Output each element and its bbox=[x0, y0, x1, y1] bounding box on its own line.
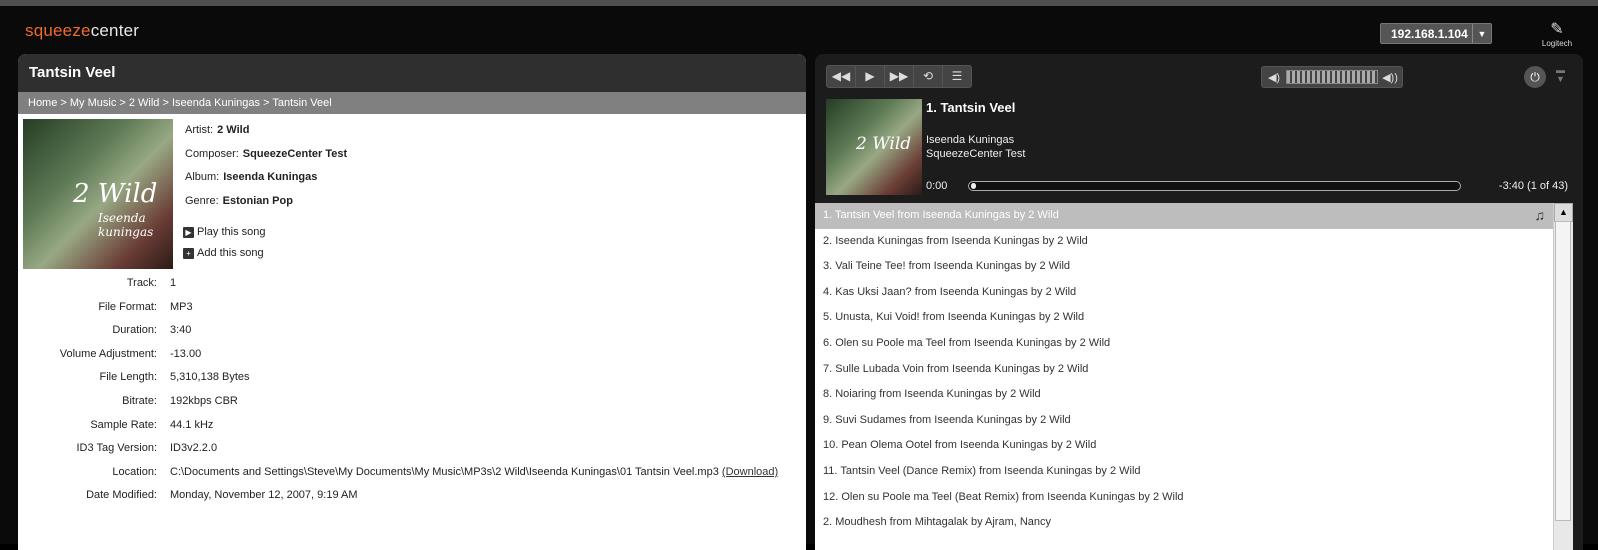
fast-forward-icon[interactable]: ▶▶ bbox=[885, 66, 914, 87]
transport-controls: ◀◀ ▶ ▶▶ ⟲ ☰ bbox=[826, 65, 972, 88]
add-song-button[interactable]: + Add this song bbox=[183, 247, 264, 259]
song-info-panel: Tantsin Veel Home > My Music > 2 Wild > … bbox=[18, 54, 806, 550]
detail-row: File Length: 5,310,138 Bytes bbox=[99, 371, 250, 384]
composer-row: Composer: SqueezeCenter Test bbox=[185, 147, 348, 160]
detail-row: Bitrate: 192kbps CBR bbox=[122, 394, 238, 407]
progress-knob[interactable] bbox=[971, 183, 976, 189]
artist-row: Artist: 2 Wild bbox=[185, 124, 250, 136]
volume-slider[interactable] bbox=[1286, 70, 1378, 84]
album-cover: 2 Wild Iseenda kuningas bbox=[23, 119, 173, 269]
page-title: Tantsin Veel bbox=[18, 54, 806, 92]
song-summary: Artist: 2 Wild Composer: SqueezeCenter Tes… bbox=[185, 124, 347, 218]
playlist-item-current[interactable]: 1. Tantsin Veel from Iseenda Kuningas by… bbox=[815, 203, 1553, 229]
playlist-item[interactable]: 9. Suvi Sudames from Iseenda Kuningas by… bbox=[815, 408, 1553, 434]
menu-icon[interactable]: ▬ ▼ bbox=[1556, 66, 1565, 84]
detail-row: Duration: 3:40 bbox=[112, 324, 192, 337]
volume-up-icon[interactable]: ◀)) bbox=[1378, 71, 1402, 84]
now-playing-album[interactable]: Iseenda Kuningas bbox=[926, 134, 1014, 146]
playlist-item[interactable]: 2. Moudhesh from Mihtagalak by Ajram, Na… bbox=[815, 510, 1553, 536]
playlist-scrollbar[interactable]: ▲ bbox=[1553, 203, 1573, 550]
detail-row: Track: 1 bbox=[126, 277, 177, 289]
album-row: Album: Iseenda Kuningas bbox=[185, 171, 318, 183]
breadcrumb[interactable]: Home > My Music > 2 Wild > Iseenda Kunin… bbox=[18, 92, 806, 114]
genre-row: Genre: Estonian Pop bbox=[185, 194, 293, 207]
now-playing-cover: 2 Wild bbox=[826, 99, 922, 195]
chevron-down-icon[interactable]: ▼ bbox=[1472, 24, 1491, 43]
genre-link[interactable]: Estonian Pop bbox=[223, 195, 293, 207]
logitech-mark-icon: ✎ bbox=[1550, 21, 1564, 38]
detail-row: File Format: MP3 bbox=[98, 300, 193, 313]
progress-bar[interactable] bbox=[968, 181, 1461, 191]
composer-link[interactable]: SqueezeCenter Test bbox=[243, 148, 347, 160]
playlist-item[interactable]: 12. Olen su Poole ma Teel (Beat Remix) f… bbox=[815, 485, 1553, 511]
playlist-item[interactable]: 3. Vali Teine Tee! from Iseenda Kuningas… bbox=[815, 254, 1553, 280]
playlist-item[interactable]: 11. Tantsin Veel (Dance Remix) from Isee… bbox=[815, 459, 1553, 485]
player-ip: 192.168.1.104 bbox=[1391, 27, 1468, 41]
power-icon[interactable]: ⏻ bbox=[1524, 66, 1546, 88]
playlist-item[interactable]: 5. Unusta, Kui Void! from Iseenda Kuning… bbox=[815, 305, 1553, 331]
scroll-up-icon[interactable]: ▲ bbox=[1554, 203, 1573, 222]
detail-row: Location: C:\Documents and Settings\Steve… bbox=[112, 465, 779, 478]
app-frame: squeezecenter 192.168.1.104 ▼ ✎ Logitech T… bbox=[0, 0, 1598, 550]
download-link[interactable]: (Download) bbox=[722, 466, 778, 478]
detail-row: Date Modified: Monday, November 12, 2007,… bbox=[86, 489, 358, 502]
song-details: Track: 1 File Format: MP3 Duration: 3:40 Vo… bbox=[18, 277, 778, 513]
elapsed-time: 0:00 bbox=[926, 180, 948, 192]
playlist-item[interactable]: 10. Pean Olema Ootel from Iseenda Kuning… bbox=[815, 433, 1553, 459]
repeat-icon[interactable]: ⟲ bbox=[914, 66, 943, 87]
scrollbar-thumb[interactable] bbox=[1555, 221, 1571, 521]
playlist-item[interactable]: 8. Noiaring from Iseenda Kuningas by 2 W… bbox=[815, 382, 1553, 408]
shuffle-icon[interactable]: ☰ bbox=[943, 66, 971, 87]
detail-row: Volume Adjustment: -13.00 bbox=[59, 347, 202, 360]
play-song-button[interactable]: ▶ Play this song bbox=[183, 226, 265, 238]
squeezecenter-logo[interactable]: squeezecenter bbox=[25, 21, 139, 41]
plus-icon: + bbox=[183, 247, 194, 259]
now-playing-artist[interactable]: SqueezeCenter Test bbox=[926, 148, 1025, 160]
volume-control: ◀) ◀)) bbox=[1261, 66, 1403, 88]
music-note-icon: ♫ bbox=[1534, 207, 1546, 223]
artist-link[interactable]: 2 Wild bbox=[217, 124, 249, 136]
remaining-time: -3:40 (1 of 43) bbox=[1498, 180, 1568, 192]
now-playing-title[interactable]: 1. Tantsin Veel bbox=[926, 100, 1015, 115]
playlist-item[interactable]: 7. Sulle Lubada Voin from Iseenda Kuning… bbox=[815, 357, 1553, 383]
playlist-item[interactable]: 4. Kas Uksi Jaan? from Iseenda Kuningas … bbox=[815, 280, 1553, 306]
rewind-icon[interactable]: ◀◀ bbox=[827, 66, 856, 87]
volume-down-icon[interactable]: ◀) bbox=[1262, 71, 1286, 84]
logitech-logo: ✎ Logitech bbox=[1541, 21, 1573, 48]
play-icon[interactable]: ▶ bbox=[856, 66, 885, 87]
player-panel: ◀◀ ▶ ▶▶ ⟲ ☰ ◀) ◀)) ⏻ ▬ ▼ 2 Wild 1. Tantsi… bbox=[815, 54, 1583, 550]
playlist: 1. Tantsin Veel from Iseenda Kuningas by… bbox=[815, 203, 1553, 550]
play-icon: ▶ bbox=[183, 226, 194, 238]
player-select[interactable]: 192.168.1.104 ▼ bbox=[1380, 23, 1492, 44]
detail-row: ID3 Tag Version: ID3v2.2.0 bbox=[76, 442, 218, 455]
playlist-item[interactable]: 2. Iseenda Kuningas from Iseenda Kuninga… bbox=[815, 229, 1553, 255]
detail-row: Sample Rate: 44.1 kHz bbox=[90, 418, 214, 431]
playlist-item[interactable]: 6. Olen su Poole ma Teel from Iseenda Ku… bbox=[815, 331, 1553, 357]
album-link[interactable]: Iseenda Kuningas bbox=[223, 171, 317, 183]
